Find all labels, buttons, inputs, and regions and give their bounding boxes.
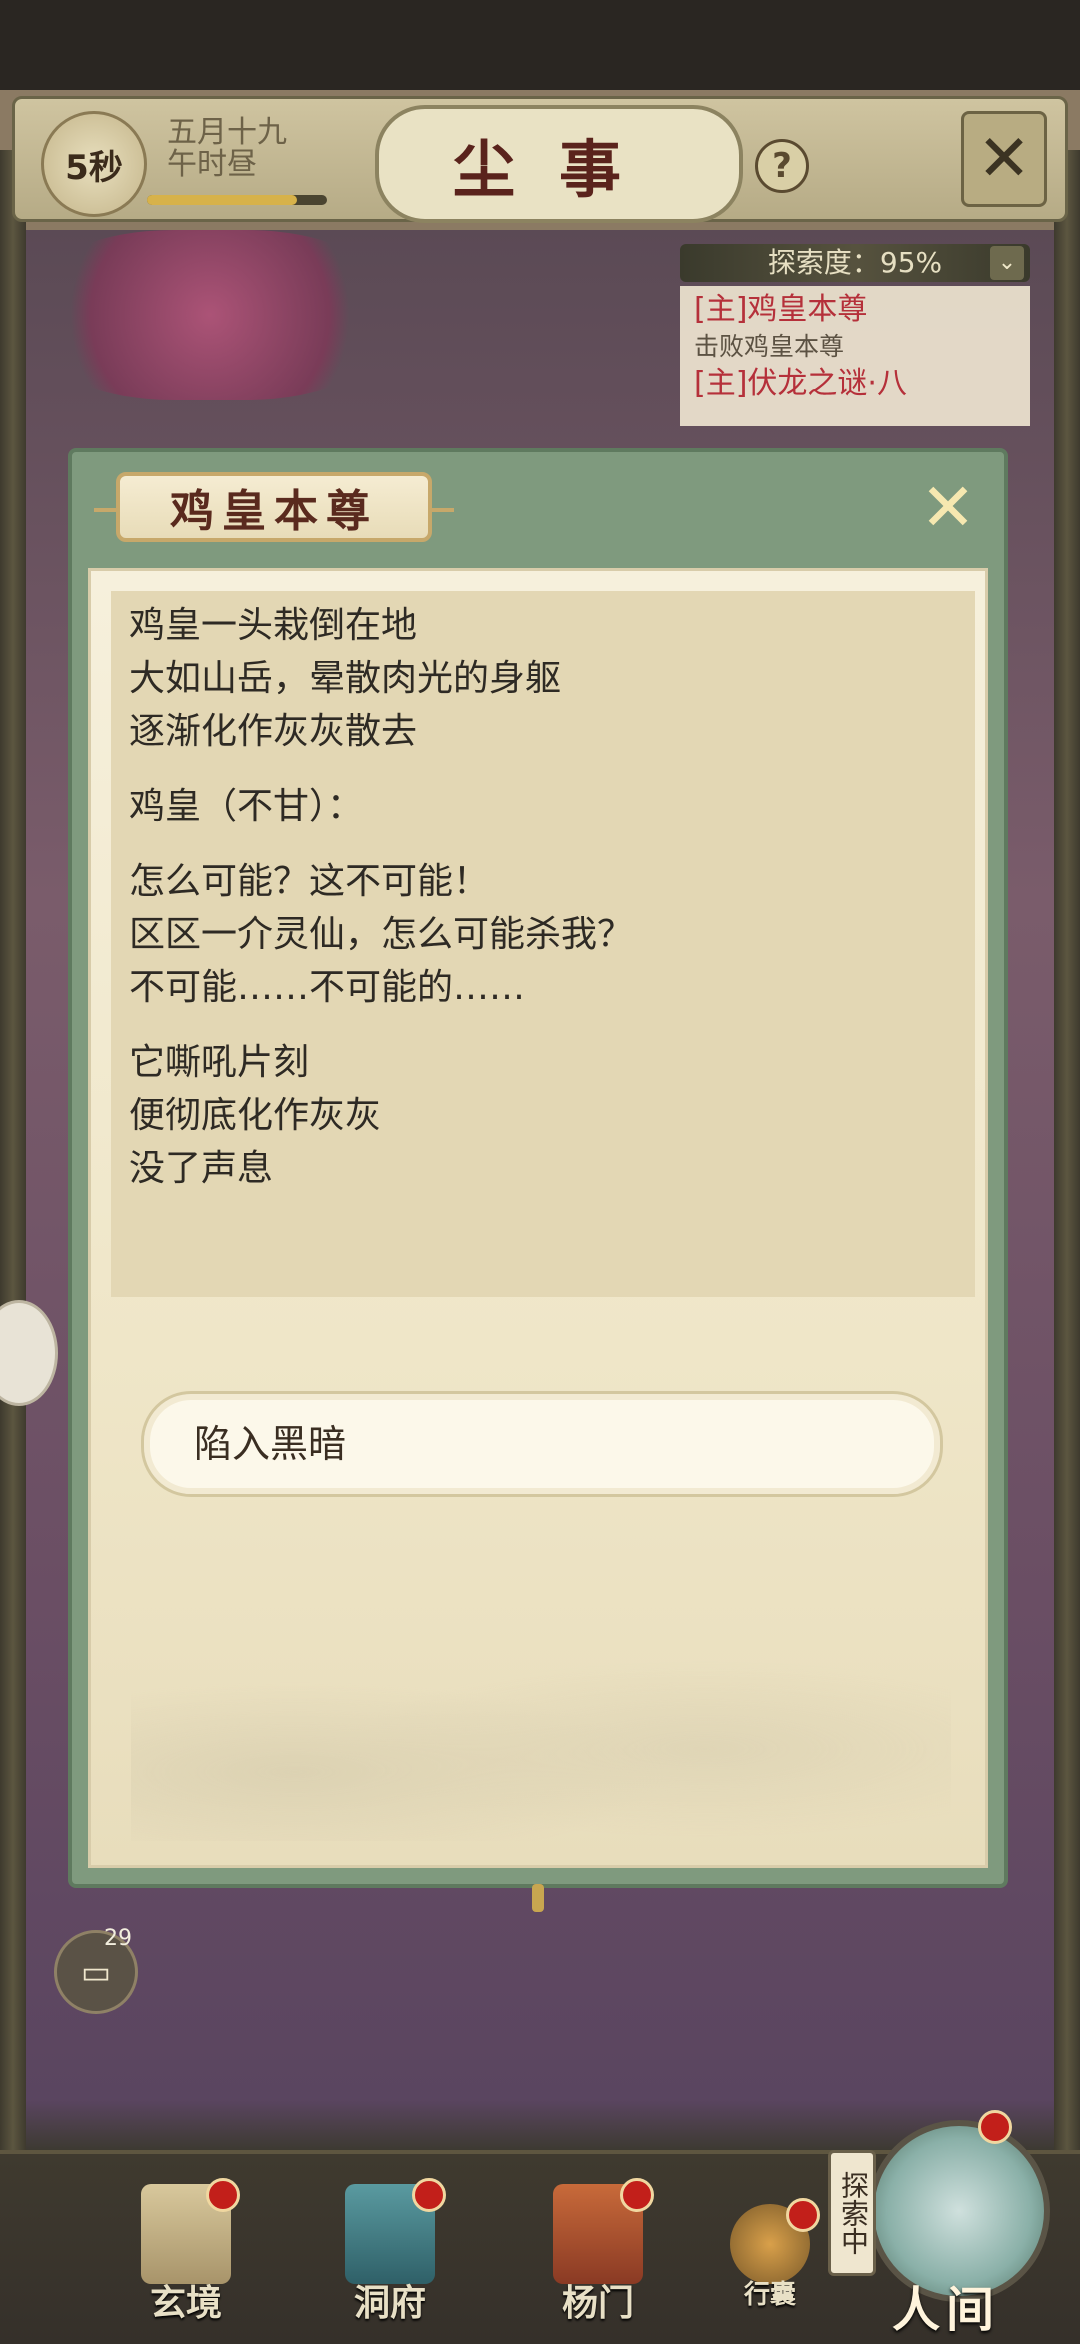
date-time: 午时昼 (167, 147, 257, 182)
notification-dot (206, 2178, 240, 2212)
quest-list: [主]鸡皇本尊 击败鸡皇本尊 [主]伏龙之谜·八 (680, 286, 1030, 426)
date-day: 五月十九 (167, 115, 287, 150)
close-icon: ✕ (920, 469, 976, 546)
game-screen: 5秒 五月十九 午时昼 尘事 ? ✕ 探索度：95% ⌄ [主]鸡皇本尊 击败鸡… (0, 0, 1080, 2344)
top-bar: 5秒 五月十九 午时昼 尘事 ? ✕ (12, 96, 1068, 223)
dialog-title: 鸡皇本尊 (94, 472, 454, 542)
world-label: 人间 (892, 2282, 1001, 2338)
chat-icon: ▭ (80, 1953, 112, 1991)
story-dialog: 鸡皇本尊 ✕ 鸡皇一头栽倒在地 大如山岳，晕散肉光的身躯 逐渐化作灰灰散去 鸡皇… (68, 448, 1008, 1912)
side-menu-button[interactable] (0, 1300, 58, 1406)
exploration-progress[interactable]: 探索度：95% ⌄ (680, 244, 1030, 282)
nav-label: 洞府 (353, 2282, 426, 2324)
notification-dot (620, 2178, 654, 2212)
nav-yangmen[interactable]: 杨门 (528, 2178, 668, 2334)
close-page-button[interactable]: ✕ (961, 111, 1047, 207)
dialog-body: 鸡皇一头栽倒在地 大如山岳，晕散肉光的身躯 逐渐化作灰灰散去 鸡皇（不甘）： 怎… (88, 568, 988, 1868)
story-paragraph: 怎么可能？这不可能！ 区区一介灵仙，怎么可能杀我？ 不可能……不可能的…… (129, 855, 957, 1014)
chat-unread-count: 29 (104, 1926, 132, 1951)
notification-dot (412, 2178, 446, 2212)
story-line: 怎么可能？这不可能！ (129, 861, 490, 902)
quest-subtitle: 击败鸡皇本尊 (694, 332, 845, 361)
story-text-box: 鸡皇一头栽倒在地 大如山岳，晕散肉光的身躯 逐渐化作灰灰散去 鸡皇（不甘）： 怎… (111, 591, 975, 1297)
story-line: 逐渐化作灰灰散去 (129, 711, 418, 752)
story-line: 没了声息 (129, 1148, 274, 1189)
right-frame (1054, 150, 1080, 2150)
world-button[interactable]: 探索中 人间 (828, 2110, 1058, 2338)
nav-label: 行囊 (743, 2280, 796, 2310)
page-title: 尘事 (375, 105, 743, 223)
story-paragraph: 鸡皇一头栽倒在地 大如山岳，晕散肉光的身躯 逐渐化作灰灰散去 (129, 599, 957, 758)
time-progress-bar (147, 195, 327, 205)
story-paragraph: 它嘶吼片刻 便彻底化作灰灰 没了声息 (129, 1036, 957, 1195)
exploring-tag: 探索中 (828, 2150, 876, 2276)
left-frame (0, 150, 26, 2150)
quest-title: [主]鸡皇本尊 (694, 292, 868, 327)
quest-item[interactable]: [主]鸡皇本尊 击败鸡皇本尊 (694, 288, 1016, 362)
nav-label: 玄境 (149, 2282, 222, 2324)
nav-dongfu[interactable]: 洞府 (320, 2178, 460, 2334)
game-date: 五月十九 午时昼 (167, 117, 287, 181)
nav-label: 杨门 (561, 2282, 634, 2324)
story-line: 便彻底化作灰灰 (129, 1095, 382, 1136)
exploration-label: 探索度：95% (767, 246, 943, 279)
choice-button[interactable]: 陷入黑暗 (141, 1391, 943, 1497)
story-line: 鸡皇一头栽倒在地 (129, 605, 418, 646)
mountain-landscape-decoration (131, 1611, 951, 1841)
notification-dot (978, 2110, 1012, 2144)
notification-dot (786, 2198, 820, 2232)
scroll-knob-decoration (532, 1884, 544, 1912)
chevron-down-icon[interactable]: ⌄ (990, 246, 1024, 280)
story-line: 不可能……不可能的…… (129, 967, 526, 1008)
blossom-tree-decoration (30, 230, 390, 400)
time-progress-fill (147, 195, 297, 205)
timer-badge: 5秒 (41, 111, 147, 217)
quest-item[interactable]: [主]伏龙之谜·八 (694, 362, 1016, 406)
quest-title: [主]伏龙之谜·八 (694, 366, 907, 401)
nav-xingnang[interactable]: 行囊 (700, 2184, 840, 2334)
story-line: 大如山岳，晕散肉光的身躯 (129, 658, 562, 699)
speaker-line: 鸡皇（不甘）： (129, 786, 364, 827)
quest-tracker[interactable]: 探索度：95% ⌄ [主]鸡皇本尊 击败鸡皇本尊 [主]伏龙之谜·八 (680, 244, 1030, 444)
story-paragraph: 鸡皇（不甘）： (129, 780, 957, 833)
help-button[interactable]: ? (755, 139, 809, 193)
dialog-close-button[interactable]: ✕ (914, 474, 982, 542)
close-icon: ✕ (977, 122, 1031, 196)
story-line: 它嘶吼片刻 (129, 1042, 310, 1083)
nav-xuanjing[interactable]: 玄境 (116, 2178, 256, 2334)
story-line: 区区一介灵仙，怎么可能杀我？ (129, 914, 634, 955)
